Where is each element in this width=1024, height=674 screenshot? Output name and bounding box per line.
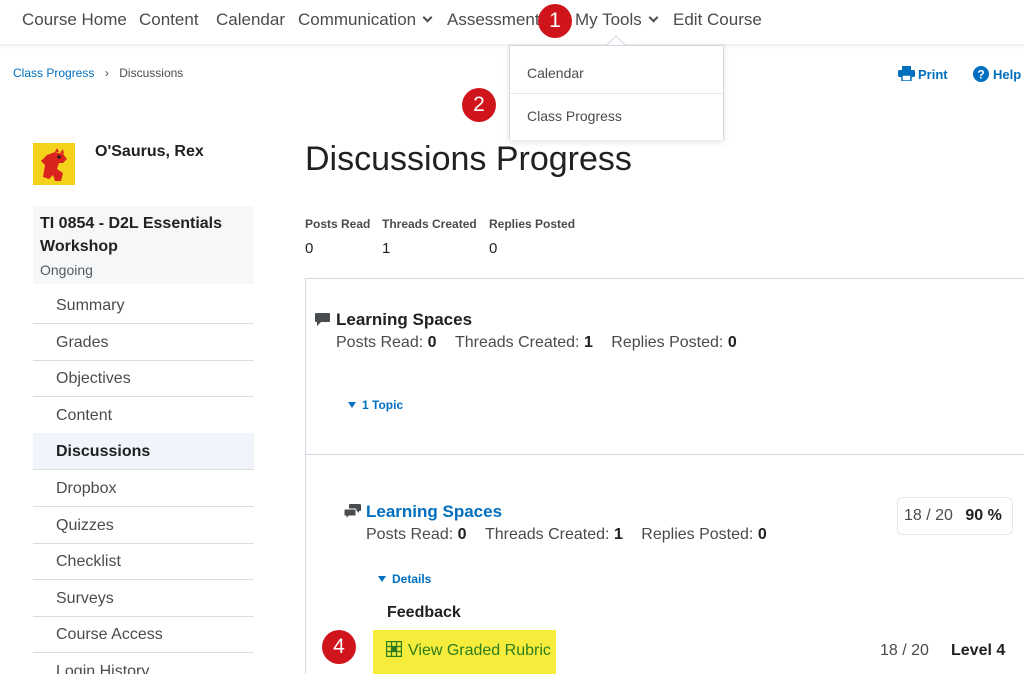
nav-content[interactable]: Content (139, 10, 199, 30)
topics-toggle-label: 1 Topic (362, 398, 404, 412)
help-icon: ? (973, 66, 989, 82)
feedback-label: Feedback (387, 604, 461, 621)
nav-communication-label: Communication (298, 10, 417, 29)
stat-label-threads-created: Threads Created (382, 217, 477, 231)
sidebar-item-objectives[interactable]: Objectives (33, 360, 254, 398)
topic-posts-read-value: 0 (457, 526, 467, 543)
sidebar-item-dropbox[interactable]: Dropbox (33, 470, 254, 507)
topic-threads-label: Threads Created: (484, 526, 610, 543)
help-button[interactable]: ? Help (973, 66, 1021, 82)
sidebar-item-quizzes[interactable]: Quizzes (33, 507, 254, 544)
chevron-down-icon (422, 12, 433, 23)
topic-replies-value: 0 (757, 526, 767, 543)
forum-threads-value: 1 (583, 334, 593, 351)
sidebar-item-discussions[interactable]: Discussions (33, 433, 254, 471)
view-graded-rubric-link[interactable]: View Graded Rubric (385, 640, 551, 660)
view-graded-rubric-label: View Graded Rubric (408, 642, 551, 659)
printer-icon (898, 66, 915, 82)
sidebar-item-surveys[interactable]: Surveys (33, 580, 254, 617)
stat-value-replies-posted: 0 (489, 240, 498, 257)
breadcrumb-separator: › (104, 66, 109, 80)
dropdown-item-class-progress[interactable]: Class Progress (527, 108, 622, 124)
topic-score: 18 / 20 (904, 507, 953, 524)
page-title: Discussions Progress (305, 140, 632, 178)
nav-course-home[interactable]: Course Home (22, 10, 127, 30)
forum-threads-label: Threads Created: (454, 334, 580, 351)
chat-bubbles-icon (344, 504, 361, 519)
top-navbar: Course Home Content Calendar Communicati… (0, 0, 1024, 44)
rubric-score: 18 / 20 (880, 642, 929, 659)
topic-threads-value: 1 (613, 526, 623, 543)
dropdown-item-calendar[interactable]: Calendar (527, 65, 584, 81)
course-title: TI 0854 - D2L Essentials Workshop (40, 215, 223, 255)
details-toggle-label: Details (392, 572, 432, 586)
dinosaur-avatar (33, 143, 75, 185)
details-toggle[interactable]: Details (378, 572, 431, 586)
caret-down-icon (378, 576, 386, 582)
nav-my-tools-label: My Tools (575, 10, 642, 29)
stat-value-threads-created: 1 (382, 240, 391, 257)
user-name: O'Saurus, Rex (95, 143, 204, 160)
section-divider (305, 454, 1024, 455)
nav-calendar[interactable]: Calendar (216, 10, 285, 30)
sidebar-item-course-access[interactable]: Course Access (33, 616, 254, 654)
chevron-down-icon (648, 12, 659, 23)
dropdown-divider (510, 93, 723, 94)
nav-communication[interactable]: Communication (298, 10, 433, 30)
svg-text:?: ? (977, 68, 984, 82)
caret-down-icon (348, 402, 356, 408)
step-badge-2: 2 (462, 88, 496, 122)
sidebar-item-content[interactable]: Content (33, 397, 254, 434)
help-label: Help (993, 67, 1022, 82)
breadcrumb: Class Progress › Discussions (13, 64, 183, 82)
topic-percent: 90 % (965, 507, 1002, 524)
print-label: Print (918, 67, 948, 82)
nav-assessments[interactable]: Assessments (447, 10, 548, 30)
step-badge-1: 1 (538, 4, 572, 38)
speech-bubble-icon (315, 313, 330, 326)
breadcrumb-current: Discussions (119, 66, 184, 80)
nav-edit-course[interactable]: Edit Course (673, 10, 762, 30)
breadcrumb-class-progress[interactable]: Class Progress (13, 66, 94, 80)
stat-value-posts-read: 0 (305, 240, 314, 257)
rubric-grid-icon (385, 640, 403, 658)
sidebar-item-summary[interactable]: Summary (33, 287, 254, 324)
print-button[interactable]: Print (898, 66, 948, 82)
topics-toggle[interactable]: 1 Topic (348, 398, 403, 412)
stat-label-posts-read: Posts Read (305, 217, 371, 231)
sidebar-item-login-history[interactable]: Login History (33, 653, 254, 674)
course-status: Ongoing (40, 262, 93, 278)
forum-replies-value: 0 (727, 334, 737, 351)
nav-my-tools[interactable]: My Tools (575, 10, 659, 30)
stat-label-replies-posted: Replies Posted (489, 217, 576, 231)
topic-posts-read-label: Posts Read: (366, 526, 454, 543)
topic-replies-label: Replies Posted: (641, 526, 754, 543)
course-card: TI 0854 - D2L Essentials Workshop Ongoin… (33, 206, 254, 284)
topic-score-box: 18 / 20 90 % (897, 497, 1013, 535)
forum-stats: Posts Read: 0 Threads Created: 1 Replies… (336, 334, 737, 352)
my-tools-dropdown: Calendar Class Progress (509, 45, 724, 140)
sidebar-item-checklist[interactable]: Checklist (33, 543, 254, 581)
sidebar-item-grades[interactable]: Grades (33, 324, 254, 361)
topic-title-link[interactable]: Learning Spaces (366, 502, 502, 522)
forum-posts-read-label: Posts Read: (336, 334, 424, 351)
topic-stats: Posts Read: 0 Threads Created: 1 Replies… (366, 526, 767, 544)
rubric-level: Level 4 (951, 642, 1006, 659)
forum-title: Learning Spaces (336, 310, 473, 329)
forum-posts-read-value: 0 (427, 334, 437, 351)
forum-replies-label: Replies Posted: (611, 334, 724, 351)
